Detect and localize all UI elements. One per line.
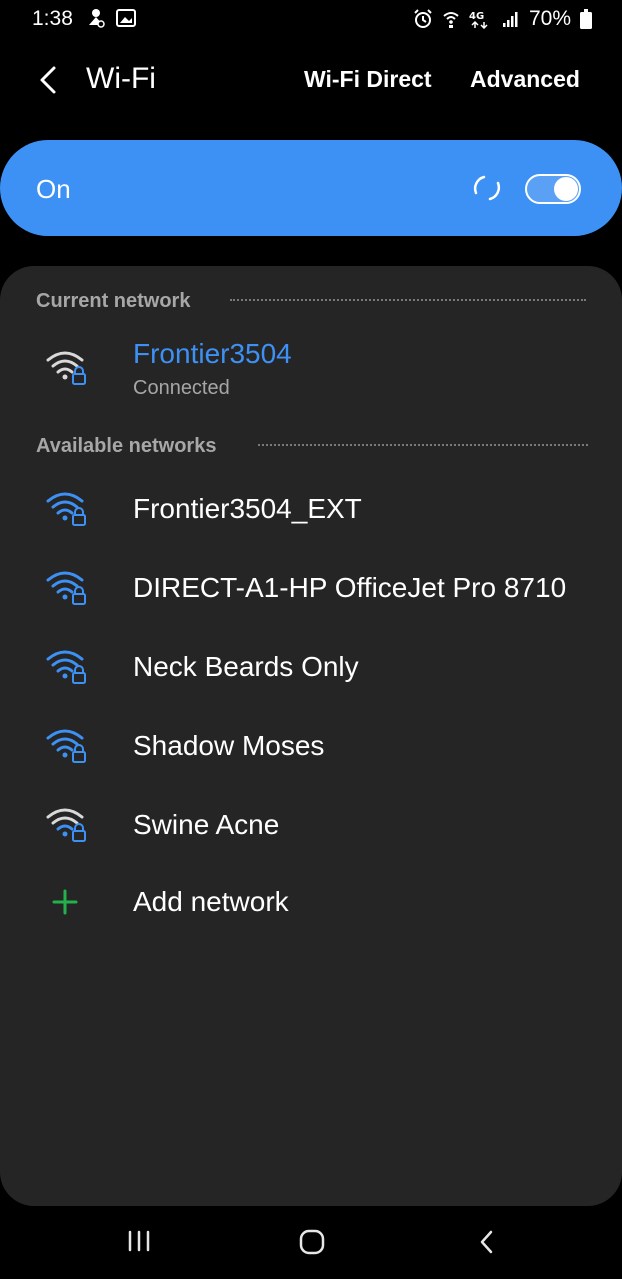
section-divider — [230, 299, 586, 301]
network-row[interactable]: Frontier3504_EXT — [0, 474, 622, 544]
toggle-state-label: On — [36, 174, 71, 204]
wifi-locked-icon — [44, 646, 88, 691]
wifi-locked-icon — [44, 804, 88, 849]
wifi-locked-icon — [44, 567, 88, 612]
wifi-locked-icon — [44, 347, 88, 392]
navigation-bar — [0, 1206, 622, 1279]
add-network-label: Add network — [133, 886, 289, 917]
lte-icon: 4G — [469, 9, 493, 29]
section-divider — [258, 444, 588, 446]
network-name: Frontier3504_EXT — [133, 493, 362, 524]
home-icon[interactable] — [298, 1228, 326, 1261]
signal-icon — [502, 10, 520, 28]
wifi-direct-button[interactable]: Wi-Fi Direct — [304, 66, 432, 93]
network-name: DIRECT-A1-HP OfficeJet Pro 8710 — [133, 572, 567, 603]
wifi-calling-icon — [442, 9, 460, 29]
network-name: Shadow Moses — [133, 730, 325, 761]
network-row[interactable]: DIRECT-A1-HP OfficeJet Pro 8710 — [0, 553, 622, 623]
recents-icon[interactable] — [126, 1228, 152, 1259]
network-name: Neck Beards Only — [133, 651, 359, 682]
current-network-name: Frontier3504 — [133, 338, 292, 369]
app-bar: Wi-Fi Wi-Fi Direct Advanced — [0, 50, 622, 110]
wifi-locked-icon — [44, 488, 88, 533]
current-network-header: Current network — [36, 290, 191, 312]
scanning-spinner-icon — [470, 171, 504, 210]
add-network-button[interactable]: Add network — [0, 867, 622, 937]
back-icon[interactable] — [476, 1228, 498, 1261]
current-network-row[interactable]: Frontier3504 Connected — [0, 332, 622, 408]
network-row[interactable]: Neck Beards Only — [0, 632, 622, 702]
gallery-icon — [116, 7, 136, 29]
page-title: Wi-Fi — [86, 62, 156, 95]
battery-percent: 70% — [528, 7, 571, 30]
wifi-switch[interactable] — [525, 174, 581, 204]
notification-icon — [86, 7, 106, 29]
network-row[interactable]: Swine Acne — [0, 790, 622, 860]
status-time: 1:38 — [32, 7, 73, 30]
plus-icon — [52, 889, 78, 920]
advanced-button[interactable]: Advanced — [470, 66, 580, 93]
wifi-locked-icon — [44, 725, 88, 770]
status-bar: 1:38 4G 70% — [0, 0, 622, 40]
switch-knob — [554, 177, 578, 201]
current-network-status: Connected — [133, 377, 230, 399]
svg-text:4G: 4G — [469, 11, 484, 22]
alarm-icon — [413, 9, 433, 29]
network-row[interactable]: Shadow Moses — [0, 711, 622, 781]
back-arrow-icon[interactable] — [34, 64, 64, 96]
available-networks-header: Available networks — [36, 435, 217, 457]
battery-icon — [580, 9, 592, 29]
networks-panel: Current network Frontier3504 Connected A… — [0, 266, 622, 1206]
network-name: Swine Acne — [133, 809, 280, 840]
